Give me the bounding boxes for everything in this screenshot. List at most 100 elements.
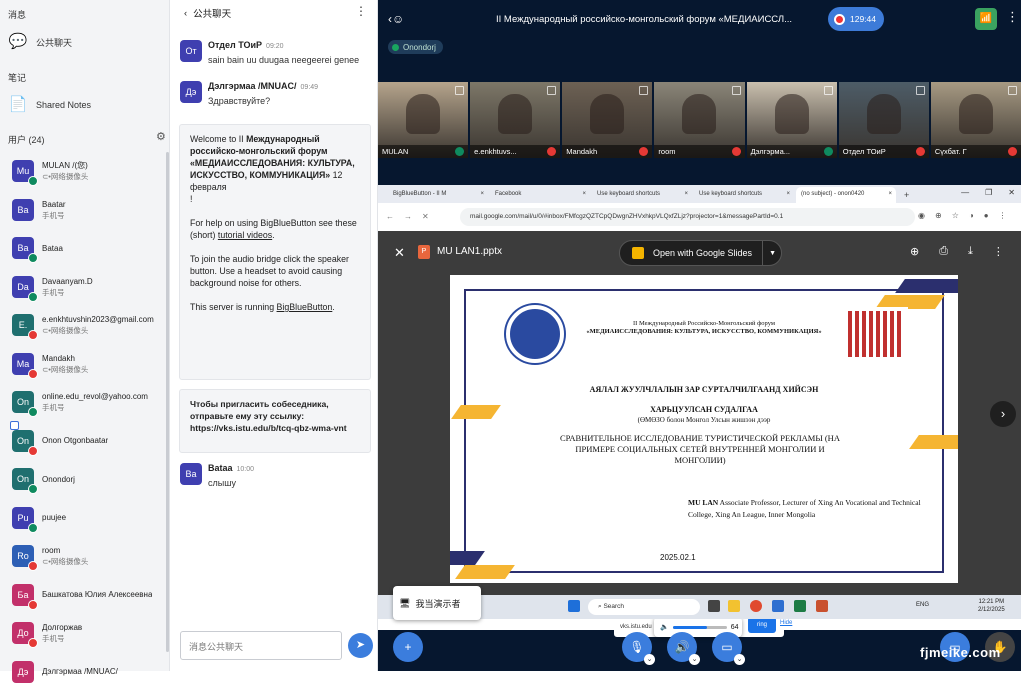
user-list-item[interactable]: MuMULAN /(您)⊂•网络摄像头	[0, 152, 170, 191]
gear-icon[interactable]: ⚙	[156, 130, 166, 143]
download-icon[interactable]: ⤓	[968, 245, 973, 258]
user-list-scrollbar[interactable]	[166, 152, 169, 652]
next-slide-button[interactable]: ›	[990, 401, 1016, 427]
reload-icon[interactable]: ✕	[422, 212, 429, 221]
close-window-icon[interactable]: ✕	[1008, 188, 1015, 197]
hide-link[interactable]: Hide	[780, 620, 792, 626]
user-list-item[interactable]: E.e.enkhtuvshin2023@gmail.com⊂•网络摄像头	[0, 306, 170, 345]
user-list-item[interactable]: OnOnon Otgonbaatar	[0, 422, 170, 461]
user-list-item[interactable]: BaBataa	[0, 229, 170, 268]
webcam-tile[interactable]: e.enkhtuvs...	[470, 82, 560, 158]
more-options-icon[interactable]: ⋮	[999, 211, 1007, 220]
add-to-drive-icon[interactable]: ⊕	[910, 245, 919, 258]
minimize-icon[interactable]: —	[961, 188, 969, 197]
close-icon[interactable]: ×	[684, 191, 688, 197]
user-list-item[interactable]: DaDavaanyam.D手机号	[0, 268, 170, 307]
taskbar-search[interactable]: ⌕ Search	[588, 599, 700, 615]
expand-icon[interactable]	[824, 86, 833, 95]
expand-icon[interactable]	[639, 86, 648, 95]
close-icon[interactable]: ×	[888, 191, 892, 197]
more-options-icon[interactable]: ⋮	[993, 245, 1004, 258]
user-list-item[interactable]: Pupuujee	[0, 499, 170, 538]
more-options-icon[interactable]: ⋮	[355, 4, 367, 18]
browser-tab[interactable]: Facebook×	[490, 187, 590, 203]
shared-notes-link[interactable]: 📄 Shared Notes	[8, 95, 91, 115]
back-icon[interactable]: ←	[386, 212, 394, 221]
bigbluebutton-link[interactable]: BigBlueButton	[277, 302, 333, 312]
webcam-tile[interactable]: Сүхбат. Г	[931, 82, 1021, 158]
webcam-tile[interactable]: Mandakh	[562, 82, 652, 158]
close-icon[interactable]: ×	[480, 191, 484, 197]
user-list-item[interactable]: БаБашкатова Юлия Алексеевна	[0, 576, 170, 615]
open-with-google-slides-button[interactable]: Open with Google Slides ▼	[619, 240, 782, 266]
extension-icon[interactable]: ◑	[969, 211, 974, 220]
eye-icon[interactable]: ◉	[918, 211, 925, 220]
chevron-down-icon[interactable]: ⌄	[689, 654, 700, 665]
become-presenter-button[interactable]: 🖥 我当演示者	[393, 586, 481, 620]
user-list-item[interactable]: Roroom⊂•网络摄像头	[0, 537, 170, 576]
chevron-down-icon[interactable]: ⌄	[734, 654, 745, 665]
webcam-tile[interactable]: Отдел ТОиР	[839, 82, 929, 158]
toggle-users-icon[interactable]: ‹☺	[388, 12, 404, 26]
webcam-tile[interactable]: MULAN	[378, 82, 468, 158]
expand-icon[interactable]	[732, 86, 741, 95]
tutorial-videos-link[interactable]: tutorial videos	[218, 230, 272, 240]
browser-tab[interactable]: BigBlueButton - II M×	[388, 187, 488, 203]
browser-tab-active[interactable]: (no subject) - onon0420×	[796, 187, 896, 203]
star-icon[interactable]: ☆	[952, 211, 959, 220]
recording-indicator[interactable]: 129:44	[828, 7, 884, 31]
user-list-item[interactable]: MaMandakh⊂•网络摄像头	[0, 345, 170, 384]
connection-status-icon[interactable]: 📶	[975, 8, 997, 30]
actions-button[interactable]: +	[393, 632, 423, 662]
microphone-button[interactable]: 🎙⌄	[622, 632, 652, 662]
chat-header[interactable]: ‹ 公共聊天	[184, 6, 231, 20]
close-icon[interactable]: ✕	[394, 245, 405, 261]
viewer-actions: ⊕ ⎙ ⤓ ⋮	[910, 245, 1004, 258]
user-list-item[interactable]: ДоДолгоржав手机号	[0, 614, 170, 653]
excel-icon[interactable]	[794, 600, 806, 612]
chrome-icon[interactable]	[750, 600, 762, 612]
close-icon[interactable]: ×	[786, 191, 790, 197]
taskbar-clock[interactable]: 12:21 PM2/12/2025	[978, 598, 1005, 614]
public-chat-link[interactable]: 💬 公共聊天	[8, 32, 72, 52]
stop-sharing-button[interactable]: ring	[748, 617, 776, 633]
zoom-icon[interactable]: ⊕	[935, 211, 942, 220]
chevron-left-icon[interactable]: ‹	[184, 8, 187, 19]
file-explorer-icon[interactable]	[728, 600, 740, 612]
speaker-icon: 🔊	[675, 640, 690, 654]
expand-icon[interactable]	[455, 86, 464, 95]
more-options-icon[interactable]: ⋮	[1006, 9, 1019, 25]
user-list-item[interactable]: BaBaatar手机号	[0, 191, 170, 230]
user-list-item[interactable]: Ononline.edu_revol@yahoo.com手机号	[0, 383, 170, 422]
powerpoint-taskbar-icon[interactable]	[816, 600, 828, 612]
maximize-icon[interactable]: ❐	[985, 188, 992, 197]
user-list-item[interactable]: OnOnondorj	[0, 460, 170, 499]
expand-icon[interactable]	[1008, 86, 1017, 95]
word-icon[interactable]	[772, 600, 784, 612]
webcam-tile[interactable]: Дэлгэрма...	[747, 82, 837, 158]
avatar-initials: Ba	[17, 205, 28, 215]
print-icon[interactable]: ⎙	[939, 245, 948, 258]
expand-icon[interactable]	[916, 86, 925, 95]
webcam-tile[interactable]: room	[654, 82, 744, 158]
expand-icon[interactable]	[547, 86, 556, 95]
chevron-down-icon[interactable]: ⌄	[644, 654, 655, 665]
chevron-down-icon[interactable]: ▼	[769, 250, 776, 257]
volume-slider[interactable]	[673, 626, 727, 629]
chat-message-input[interactable]: 消息公共聊天	[180, 631, 342, 660]
audio-button[interactable]: 🔊⌄	[667, 632, 697, 662]
address-bar[interactable]: mail.google.com/mail/u/0/#inbox/FMfcgzQZ…	[460, 208, 915, 226]
message-text: слышу	[208, 478, 236, 488]
new-tab-icon[interactable]: +	[898, 190, 915, 203]
task-view-icon[interactable]	[708, 600, 720, 612]
system-tray-language[interactable]: ENG	[916, 602, 929, 608]
user-list-item[interactable]: ДэДэлгэрмаа /MNUAC/	[0, 653, 170, 691]
close-icon[interactable]: ×	[582, 191, 586, 197]
windows-start-icon[interactable]	[568, 600, 580, 612]
forward-icon[interactable]: →	[404, 212, 412, 221]
camera-button[interactable]: ▭⌄	[712, 632, 742, 662]
browser-tab[interactable]: Use keyboard shortcuts×	[694, 187, 794, 203]
profile-icon[interactable]: ●	[984, 211, 989, 220]
browser-tab[interactable]: Use keyboard shortcuts×	[592, 187, 692, 203]
send-button[interactable]: ➤	[348, 633, 373, 658]
